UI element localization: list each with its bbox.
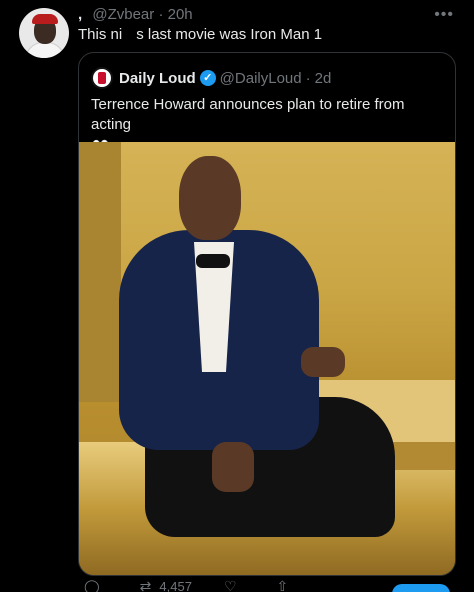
retweet-count: 4,457 — [159, 579, 192, 592]
reply-button[interactable]: ◯ — [84, 578, 108, 592]
heart-icon: ♡ — [223, 578, 237, 592]
quoted-header: Daily Loud ✓ @DailyLoud · 2d — [91, 67, 331, 89]
avatar-shirt — [25, 42, 65, 58]
compose-pill-button[interactable] — [392, 584, 450, 592]
like-button[interactable]: ♡ — [224, 578, 245, 592]
quoted-name: Daily Loud — [119, 69, 196, 87]
post-time[interactable]: 20h — [168, 6, 193, 23]
more-horizontal-icon[interactable]: ••• — [434, 6, 454, 24]
photo-wall-panel — [79, 142, 121, 402]
post-text: This ni s last movie was Iron Man 1 — [78, 26, 322, 43]
quoted-tweet[interactable]: Daily Loud ✓ @DailyLoud · 2d Terrence Ho… — [78, 52, 456, 576]
header-separator: · — [158, 6, 164, 23]
avatar-cap — [32, 14, 58, 24]
quoted-handle: @DailyLoud — [219, 69, 302, 87]
post-text-end: s last movie was Iron Man 1 — [136, 26, 323, 43]
share-button[interactable]: ⇧ — [277, 578, 297, 592]
daily-loud-logo — [91, 67, 113, 89]
retweet-icon: ⇄ — [139, 578, 152, 592]
photo-bow-tie — [196, 254, 230, 268]
quoted-body: Terrence Howard announces plan to retire… — [91, 96, 405, 133]
post-handle[interactable]: @Zvbear — [92, 6, 154, 23]
display-name[interactable]: , — [78, 6, 82, 23]
photo-face — [179, 156, 241, 240]
avatar[interactable] — [19, 8, 69, 58]
photo-hand — [212, 442, 254, 492]
share-icon: ⇧ — [276, 578, 289, 592]
verified-badge-icon: ✓ — [199, 70, 216, 86]
quoted-photo[interactable] — [79, 142, 455, 575]
retweet-button[interactable]: ⇄ 4,457 — [140, 578, 192, 592]
quoted-separator: · — [305, 69, 311, 87]
photo-hand-knee — [301, 347, 345, 377]
post-text-start: This ni — [78, 26, 123, 43]
reply-icon: ◯ — [84, 578, 100, 592]
post-header: , @Zvbear · 20h — [78, 6, 193, 23]
quoted-time: 2d — [314, 69, 332, 87]
